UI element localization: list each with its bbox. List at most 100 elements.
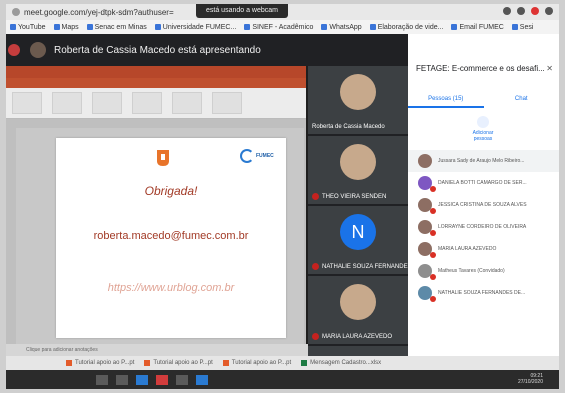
browser-actions (503, 7, 553, 15)
slide: FUMEC Obrigada! roberta.macedo@fumec.com… (56, 138, 286, 338)
lock-icon (12, 8, 20, 16)
participant-tile[interactable]: Roberta de Cassia Macedo (308, 66, 408, 136)
mic-off-icon (430, 186, 436, 192)
file-icon (222, 360, 229, 366)
word-icon[interactable] (196, 374, 208, 385)
ppt-ribbon (6, 88, 306, 119)
add-people-button[interactable]: Adicionar pessoas (468, 116, 498, 142)
ribbon-group (92, 92, 122, 114)
bookmark-item[interactable]: Maps (53, 24, 79, 31)
browser-address-bar[interactable]: meet.google.com/yej-dtpk-sdm?authuser=0 … (6, 4, 559, 20)
avatar (418, 220, 436, 236)
download-item[interactable]: Tutorial apoio ao P...pt (222, 360, 291, 366)
avatar (418, 176, 436, 192)
explorer-icon[interactable] (136, 374, 148, 385)
bookmark-item[interactable]: YouTube (10, 24, 46, 31)
ppt-titlebar (6, 66, 306, 78)
url-text[interactable]: meet.google.com/yej-dtpk-sdm?authuser=0 (24, 8, 174, 17)
fumec-logo: FUMEC (240, 146, 278, 166)
close-icon[interactable]: ✕ (546, 64, 553, 73)
participant-tiles: Roberta de Cassia Macedo THEO VIEIRA SEN… (308, 66, 418, 356)
tab-people[interactable]: Pessoas (15) (408, 90, 484, 108)
download-item[interactable]: Mensagem Cadastro...xlsx (301, 360, 381, 366)
bookmark-icon (369, 24, 376, 30)
avatar (418, 286, 436, 302)
participant-tile[interactable]: THEO VIEIRA SENDEN (308, 136, 408, 206)
slide-canvas: FUMEC Obrigada! roberta.macedo@fumec.com… (16, 128, 304, 356)
participant-name: MARIA LAURA AZEVEDO (312, 333, 392, 340)
participant-name: THEO VIEIRA SENDEN (312, 193, 386, 200)
list-item[interactable]: LORRAYNE CORDEIRO DE OLIVEIRA (408, 216, 559, 238)
file-icon (144, 360, 151, 366)
mic-off-icon (430, 208, 436, 214)
chrome-icon[interactable] (176, 374, 188, 385)
powerpoint-icon[interactable] (156, 374, 168, 385)
file-icon (66, 360, 72, 366)
participant-name: Roberta de Cassia Macedo (312, 124, 385, 130)
list-item[interactable]: NATHALIE SOUZA FERNANDES DE... (408, 282, 559, 304)
avatar (418, 264, 436, 280)
list-item[interactable]: Matheus Tavares (Convidado) (408, 260, 559, 282)
star-icon[interactable] (517, 7, 525, 15)
bookmark-item[interactable]: Universidade FUMEC... (154, 24, 236, 31)
participant-tile[interactable]: N NATHALIE SOUZA FERNANDES ... (308, 206, 418, 276)
participant-list: Jussara Sady de Araujo Melo Ribeiro... D… (408, 150, 559, 304)
participant-name: NATHALIE SOUZA FERNANDES ... (312, 263, 418, 270)
people-panel: FETAGE: E-commerce e os desafi... ✕ Pess… (408, 34, 559, 356)
profile-icon[interactable] (545, 7, 553, 15)
list-item[interactable]: Jussara Sady de Araujo Melo Ribeiro... (408, 150, 559, 172)
list-item[interactable]: DANIELA BOTTI CAMARGO DE SER... (408, 172, 559, 194)
mic-off-icon (430, 274, 436, 280)
bookmark-item[interactable]: WhatsApp (321, 24, 362, 31)
ppt-ribbon-tabs (6, 78, 306, 88)
avatar (418, 198, 436, 214)
participant-video (340, 74, 376, 110)
windows-taskbar: Tutorial apoio ao P...pt Tutorial apoio … (6, 356, 559, 389)
photo-frame: meet.google.com/yej-dtpk-sdm?authuser=0 … (0, 0, 565, 393)
task-view-icon[interactable] (116, 374, 128, 385)
bookmark-icon (321, 24, 328, 30)
mic-off-icon (430, 230, 436, 236)
ribbon-group (132, 92, 162, 114)
list-item[interactable]: MARIA LAURA AZEVEDO (408, 238, 559, 260)
slide-thanks: Obrigada! (144, 184, 198, 198)
ppt-statusbar: Clique para adicionar anotações (6, 344, 326, 356)
presenting-indicator-icon (8, 44, 20, 56)
bookmark-icon (154, 24, 161, 30)
search-icon[interactable] (96, 374, 108, 385)
bookmark-icon (244, 24, 251, 30)
monitor-screen: meet.google.com/yej-dtpk-sdm?authuser=0 … (6, 4, 559, 389)
participant-video (340, 144, 376, 180)
avatar (418, 154, 432, 168)
shared-powerpoint-window: FUMEC Obrigada! roberta.macedo@fumec.com… (6, 66, 326, 356)
download-item[interactable]: Tutorial apoio ao P...pt (144, 360, 213, 366)
fumec-logo-icon (240, 149, 254, 163)
meet-presentation-header: Roberta de Cassia Macedo está apresentan… (6, 34, 408, 66)
slide-email: roberta.macedo@fumec.com.br (93, 230, 249, 242)
bookmark-item[interactable]: Email FUMEC (451, 24, 504, 31)
ribbon-group (12, 92, 42, 114)
slide-blog: https://www.urblog.com.br (107, 282, 235, 294)
taskbar-apps (6, 370, 559, 389)
bookmark-item[interactable]: Elaboração de vide... (369, 24, 443, 31)
bookmark-item[interactable]: Senac em Minas (86, 24, 147, 31)
ribbon-group (52, 92, 82, 114)
system-clock: 09:21 27/10/2020 (517, 373, 543, 385)
list-item[interactable]: JESSICA CRISTINA DE SOUZA ALVES (408, 194, 559, 216)
file-icon (301, 360, 308, 366)
participant-tile[interactable]: MARIA LAURA AZEVEDO (308, 276, 408, 346)
ribbon-group (172, 92, 202, 114)
tab-chat[interactable]: Chat (484, 90, 560, 108)
download-item[interactable]: Tutorial apoio ao P...pt (66, 360, 134, 366)
extension-icon[interactable] (531, 7, 539, 15)
participant-initial-avatar: N (340, 214, 376, 250)
avatar (418, 242, 436, 258)
bookmark-icon (10, 24, 16, 30)
mic-off-icon (430, 252, 436, 258)
bookmark-item[interactable]: SINEF - Acadêmico (244, 24, 313, 31)
mic-off-icon (312, 193, 319, 200)
ribbon-group (212, 92, 242, 114)
camera-icon[interactable] (503, 7, 511, 15)
bookmark-item[interactable]: Sesi (511, 24, 533, 31)
panel-tabs: Pessoas (15) Chat (408, 90, 559, 108)
